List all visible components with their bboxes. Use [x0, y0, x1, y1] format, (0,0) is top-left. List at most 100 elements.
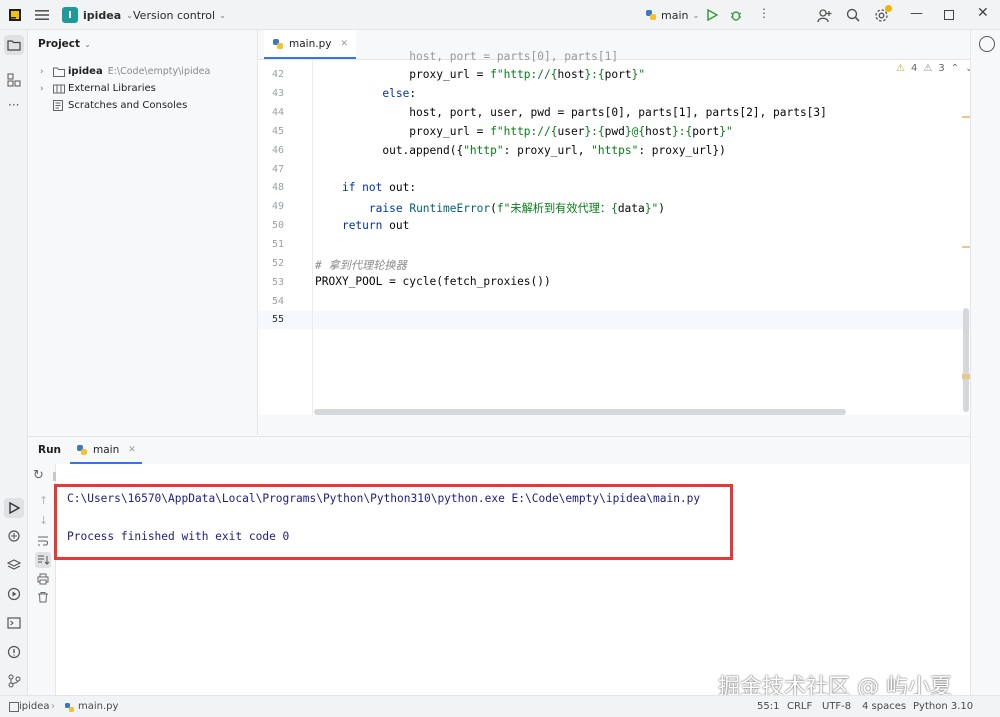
print-icon[interactable]	[36, 572, 50, 586]
code-line: else:	[382, 87, 417, 100]
horizontal-scrollbar[interactable]	[314, 409, 846, 415]
status-bar: ipidea › main.py 55:1 CRLF UTF-8 4 space…	[0, 695, 1000, 717]
line-separator[interactable]: CRLF	[787, 701, 812, 712]
library-icon	[52, 83, 66, 95]
chevron-down-icon: ⌄	[692, 10, 700, 20]
python-interpreter[interactable]: Python 3.10	[913, 701, 973, 712]
caret-row-highlight	[258, 311, 970, 329]
chevron-down-icon: ⌄	[126, 10, 133, 20]
rerun-icon[interactable]: ↻	[33, 468, 44, 483]
tree-item-ipidea[interactable]: › ipidea E:\Code\empty\ipidea	[40, 63, 210, 80]
project-panel-header[interactable]: Project ⌄	[38, 38, 91, 50]
gutter-divider	[312, 60, 313, 415]
breadcrumb-file[interactable]: main.py	[78, 701, 118, 712]
problems-icon[interactable]	[6, 644, 22, 660]
line-number: 45	[271, 126, 284, 137]
add-user-icon[interactable]	[816, 7, 832, 23]
tree-item-external-libraries[interactable]: › External Libraries	[40, 80, 156, 97]
more-actions-icon[interactable]: ⋮	[758, 6, 770, 20]
tree-item-label: Scratches and Consoles	[68, 100, 188, 111]
weak-warning-icon: ⚠	[923, 63, 933, 74]
minimize-icon[interactable]: —	[910, 6, 923, 21]
project-tool-icon[interactable]	[4, 35, 24, 55]
tab-run-main[interactable]: main ✕	[70, 437, 142, 464]
warning-count: 4	[910, 63, 918, 74]
line-number: 54	[271, 296, 284, 307]
project-badge: I	[62, 7, 78, 23]
run-panel-header: Run main ✕	[28, 436, 970, 464]
line-number: 46	[271, 145, 284, 156]
tree-item-label: External Libraries	[68, 83, 156, 94]
highlight-box	[54, 484, 733, 560]
code-line: return out	[341, 219, 410, 232]
vertical-scrollbar[interactable]	[963, 308, 969, 412]
main-menu-icon[interactable]	[34, 7, 50, 23]
close-icon[interactable]: ✕	[977, 5, 989, 21]
code-line: host, port = parts[0], parts[1]	[315, 50, 619, 63]
python-icon	[645, 9, 657, 21]
notification-dot-icon	[885, 5, 892, 12]
tree-item-scratches[interactable]: Scratches and Consoles	[52, 97, 187, 114]
chevron-right-icon: ›	[40, 83, 44, 94]
breadcrumb-project[interactable]: ipidea	[19, 701, 50, 712]
warning-icon: ⚠	[896, 63, 905, 74]
left-tool-stripe: ···	[0, 30, 28, 695]
file-encoding[interactable]: UTF-8	[822, 701, 851, 712]
chevron-down-icon: ⌄	[84, 39, 91, 49]
search-icon[interactable]	[845, 7, 861, 23]
close-tab-icon[interactable]: ✕	[340, 39, 348, 49]
run-panel-title: Run	[38, 444, 62, 456]
project-name: ipidea	[83, 8, 122, 22]
indent-setting[interactable]: 4 spaces	[862, 701, 906, 712]
trash-icon[interactable]	[36, 590, 50, 604]
scroll-marker	[962, 246, 970, 248]
breadcrumb-separator-icon: ›	[51, 701, 55, 712]
project-panel-title: Project	[38, 38, 81, 50]
right-tool-stripe	[970, 30, 1000, 695]
ai-assistant-icon[interactable]	[979, 36, 995, 52]
line-number: 44	[271, 107, 284, 118]
run-config-selector[interactable]: main ⌄	[645, 6, 699, 24]
line-number: 52	[271, 258, 284, 269]
python-file-icon	[272, 38, 284, 50]
code-line: host, port, user, pwd = parts[0], parts[…	[315, 106, 827, 119]
caret-position[interactable]: 55:1	[757, 701, 779, 712]
scratches-icon	[52, 100, 66, 112]
run-toolbar: ↻ ⋮ ↑ ↓	[28, 464, 87, 695]
code-line: proxy_url = f"http://{host}:{port}"	[315, 68, 646, 81]
title-bar: I ipidea ⌄ Version control ⌄ main ⌄ ⋮ — …	[0, 0, 1000, 30]
scroll-marker	[962, 116, 970, 118]
project-panel: Project ⌄ › ipidea E:\Code\empty\ipidea …	[28, 30, 258, 435]
code-line: proxy_url = f"http://{user}:{pwd}@{host}…	[315, 125, 733, 138]
run-tool-icon[interactable]	[4, 498, 24, 518]
terminal-icon[interactable]	[6, 615, 22, 631]
debug-icon[interactable]	[729, 8, 743, 22]
code-line: raise RuntimeError(f"未解析到有效代理：{data}")	[368, 202, 665, 215]
line-number: 53	[271, 277, 284, 288]
arrow-down-icon[interactable]: ↓	[39, 514, 48, 527]
chevron-down-icon: ⌄	[219, 10, 226, 20]
inspection-widget[interactable]: ⚠ 4 ⚠ 3 ⌃ ⌄	[896, 63, 973, 74]
run-icon[interactable]	[705, 8, 719, 22]
project-switcher[interactable]: I ipidea ⌄	[62, 6, 133, 24]
close-tab-icon[interactable]: ✕	[128, 445, 136, 455]
line-number: 42	[271, 69, 284, 80]
vcs-widget[interactable]: Version control ⌄	[133, 6, 226, 24]
more-tools-icon[interactable]: ···	[8, 98, 19, 112]
scroll-to-end-icon[interactable]	[35, 552, 51, 568]
tab-label: main.py	[289, 37, 332, 50]
maximize-icon[interactable]	[943, 9, 955, 21]
line-number: 48	[271, 182, 284, 193]
arrow-up-icon[interactable]: ↑	[39, 494, 48, 507]
structure-tool-icon[interactable]	[6, 72, 22, 88]
git-icon[interactable]	[6, 673, 22, 689]
app-logo-icon[interactable]	[8, 8, 22, 22]
python-packages-icon[interactable]	[6, 528, 22, 544]
soft-wrap-icon[interactable]	[36, 534, 50, 548]
run-tab-label: main	[93, 443, 120, 456]
services-icon[interactable]	[6, 586, 22, 602]
layers-icon[interactable]	[6, 557, 22, 573]
chevron-up-icon[interactable]: ⌃	[951, 63, 959, 74]
line-number: 43	[271, 88, 284, 99]
code-line: if not out:	[341, 181, 417, 194]
